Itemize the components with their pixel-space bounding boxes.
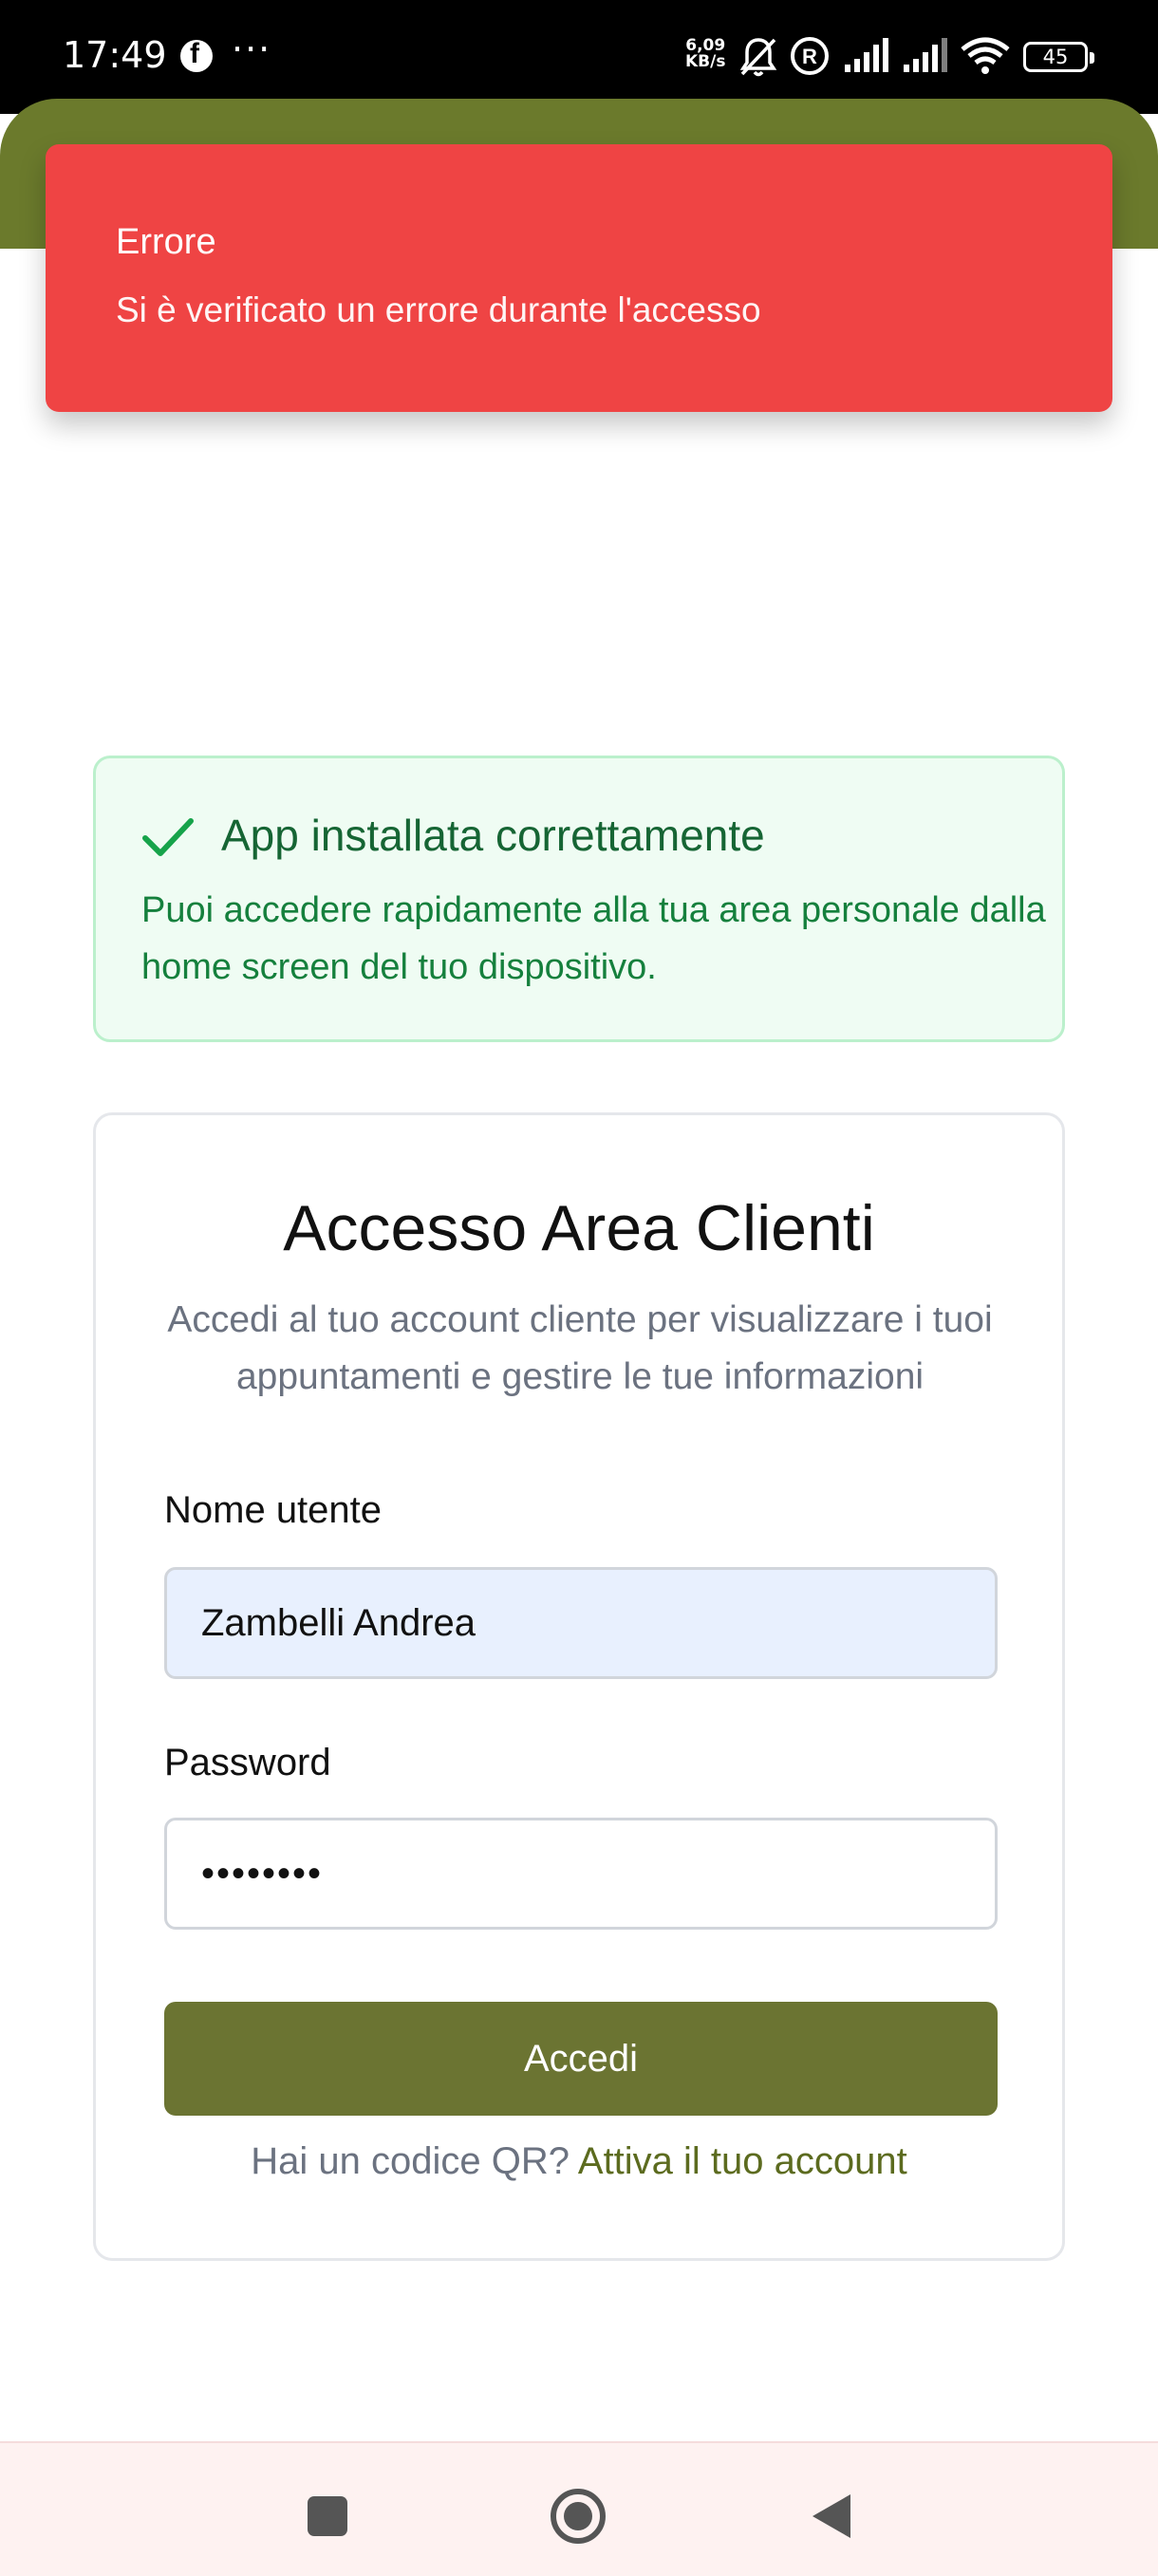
home-icon[interactable]: [545, 2483, 611, 2549]
back-icon[interactable]: [799, 2483, 866, 2549]
login-button[interactable]: Accedi: [164, 2002, 998, 2116]
password-input[interactable]: [164, 1818, 998, 1930]
toast-message: Si è verificato un errore durante l'acce…: [116, 290, 761, 329]
signal-icon: [904, 38, 947, 72]
status-bar: 17:49 ··· 6,09 KB/s R 45: [0, 0, 1158, 114]
facebook-icon: [180, 38, 213, 72]
page-title: Accesso Area Clienti: [283, 1192, 875, 1264]
activate-account-link[interactable]: Attiva il tuo account: [578, 2140, 907, 2182]
network-speed-unit: KB/s: [685, 52, 726, 71]
battery-icon: 45: [1023, 42, 1094, 72]
navigation-bar: [0, 2441, 1158, 2576]
username-input[interactable]: [164, 1567, 998, 1679]
wifi-icon: [961, 37, 1010, 74]
svg-text:R: R: [802, 45, 817, 68]
install-notice-text: Puoi accedere rapidamente alla tua area …: [141, 890, 1046, 987]
status-time: 17:49: [63, 34, 167, 76]
toast-title: Errore: [116, 222, 216, 262]
mute-bell-icon: [739, 38, 777, 77]
check-icon: [142, 818, 194, 856]
qr-prompt: Hai un codice QR?: [251, 2140, 570, 2182]
login-card: Accesso Area Clienti Accedi al tuo accou…: [93, 1112, 1065, 2261]
network-speed: 6,09 KB/s: [685, 38, 725, 70]
recents-icon[interactable]: [294, 2483, 361, 2549]
error-toast[interactable]: Errore Si è verificato un errore durante…: [46, 144, 1112, 412]
qr-activation-line: Hai un codice QR? Attiva il tuo account: [96, 2140, 1062, 2183]
more-notifications-indicator: ···: [232, 28, 272, 70]
install-success-notice: App installata correttamente Puoi accede…: [93, 756, 1065, 1042]
password-label: Password: [164, 1742, 331, 1783]
username-label: Nome utente: [164, 1489, 383, 1531]
signal-icon: [845, 38, 888, 72]
registered-icon: R: [791, 37, 829, 75]
install-notice-title: App installata correttamente: [221, 811, 765, 860]
login-description: Accedi al tuo account cliente per visual…: [167, 1299, 993, 1397]
